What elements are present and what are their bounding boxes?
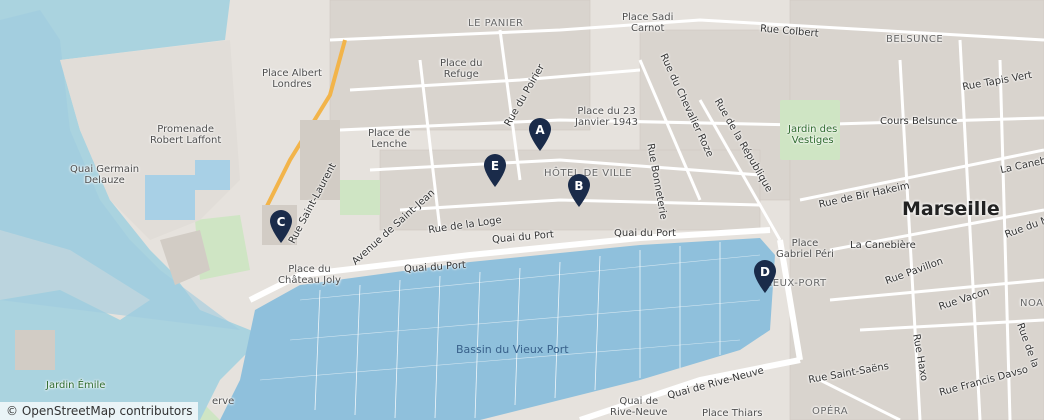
label-bassin: Bassin du Vieux Port xyxy=(456,343,569,356)
marker-label: B xyxy=(574,179,584,193)
marker-label: E xyxy=(490,159,500,173)
label-place-thiars: Place Thiars xyxy=(702,408,763,419)
map-marker-d[interactable]: D xyxy=(752,260,778,294)
label-noa: NOA xyxy=(1020,298,1044,309)
label-place-gabriel-peri: Place Gabriel Péri xyxy=(776,238,834,260)
map-marker-b[interactable]: B xyxy=(566,174,592,208)
label-jardin-emile: Jardin Émile xyxy=(46,380,106,391)
label-serve: erve xyxy=(212,396,235,407)
map-marker-e[interactable]: E xyxy=(482,154,508,188)
map-attribution: © OpenStreetMap contributors xyxy=(0,402,199,420)
label-quai-du-port-2: Quai du Port xyxy=(614,228,676,239)
attribution-symbol: © xyxy=(6,404,18,418)
attribution-suffix: contributors xyxy=(115,404,193,418)
label-place-de-lenche: Place de Lenche xyxy=(368,128,411,150)
map-view[interactable]: LE PANIER Place Sadi Carnot Rue Colbert … xyxy=(0,0,1044,420)
map-base-layer xyxy=(0,0,1044,420)
label-place-du-refuge: Place du Refuge xyxy=(440,58,483,80)
label-marseille: Marseille xyxy=(902,198,1000,220)
label-cours-belsunce: Cours Belsunce xyxy=(880,116,958,127)
label-jardin-des-vestiges: Jardin des Vestiges xyxy=(788,124,838,146)
label-place-sadi-carnot: Place Sadi Carnot xyxy=(622,12,674,34)
map-marker-c[interactable]: C xyxy=(268,210,294,244)
map-marker-a[interactable]: A xyxy=(527,118,553,152)
label-quai-rive-neuve-1: Quai de Rive-Neuve xyxy=(610,396,668,418)
label-quai-germain: Quai Germain Delauze xyxy=(70,164,140,186)
label-place-chateau-joly: Place du Château Joly xyxy=(278,264,341,286)
attribution-osm-link[interactable]: OpenStreetMap xyxy=(22,404,116,418)
label-belsunce: BELSUNCE xyxy=(886,34,944,45)
marker-label: D xyxy=(760,265,770,279)
label-la-canebiere: La Canebière xyxy=(850,240,916,251)
label-promenade: Promenade Robert Laffont xyxy=(150,124,222,146)
marker-label: A xyxy=(535,123,545,137)
marker-label: C xyxy=(276,215,286,229)
label-le-panier: LE PANIER xyxy=(468,18,524,29)
label-place-albert-londres: Place Albert Londres xyxy=(262,68,322,90)
label-place-23-janvier: Place du 23 Janvier 1943 xyxy=(575,106,639,128)
label-opera: OPÉRA xyxy=(812,406,849,417)
